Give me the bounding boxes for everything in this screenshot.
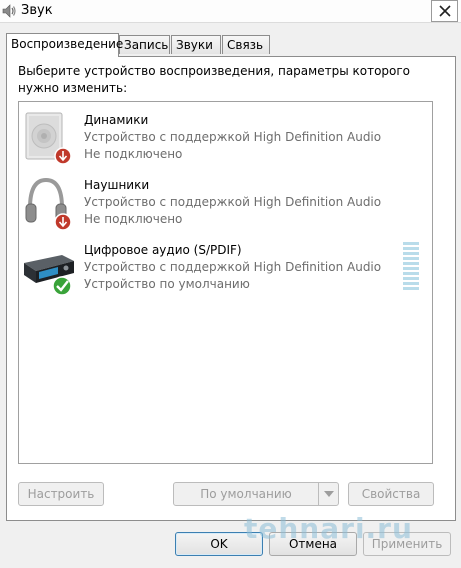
tab-recording[interactable]: Запись [119, 35, 170, 54]
vu-bar [403, 262, 419, 265]
volume-level-meter [403, 242, 419, 292]
tab-playback[interactable]: Воспроизведение [6, 33, 123, 57]
speaker-icon [25, 112, 72, 165]
tab-communications[interactable]: Связь [222, 35, 270, 54]
vu-bar [403, 287, 419, 290]
window-title: Звук [21, 3, 53, 18]
close-button[interactable] [431, 0, 458, 22]
watermark: tehnari.ru [244, 512, 413, 545]
set-default-button[interactable]: По умолчанию [173, 482, 319, 506]
speaker-app-icon [2, 4, 16, 18]
disconnected-badge-icon [54, 147, 72, 165]
vu-bar [403, 272, 419, 275]
vu-bar [403, 252, 419, 255]
configure-button[interactable]: Настроить [18, 482, 104, 506]
device-name: Наушники [84, 178, 150, 192]
device-description: Устройство с поддержкой High Definition … [84, 260, 382, 274]
device-item-speakers[interactable]: Динамики Устройство с поддержкой High De… [19, 111, 429, 175]
device-description: Устройство с поддержкой High Definition … [84, 195, 382, 209]
tab-sounds[interactable]: Звуки [171, 35, 221, 54]
title-bar: Звук [0, 0, 461, 23]
device-description: Устройство с поддержкой High Definition … [84, 130, 382, 144]
properties-button[interactable]: Свойства [348, 482, 434, 506]
device-status: Не подключено [84, 212, 183, 226]
set-default-dropdown[interactable] [318, 482, 339, 506]
device-item-digital-audio[interactable]: Цифровое аудио (S/PDIF) Устройство с под… [19, 241, 429, 305]
vu-bar [403, 242, 419, 245]
vu-bar [403, 282, 419, 285]
device-item-headphones[interactable]: Наушники Устройство с поддержкой High De… [19, 176, 429, 240]
default-check-icon [52, 276, 72, 296]
vu-bar [403, 247, 419, 250]
disconnected-badge-icon [54, 213, 72, 231]
vu-bar [403, 277, 419, 280]
chevron-down-icon [323, 491, 334, 497]
instruction-text: Выберите устройство воспроизведения, пар… [18, 64, 411, 95]
device-name: Динамики [84, 113, 149, 127]
device-list[interactable]: Динамики Устройство с поддержкой High De… [18, 101, 433, 464]
vu-bar [403, 257, 419, 260]
close-icon [438, 5, 451, 17]
headphones-icon [25, 177, 72, 231]
vu-bar [403, 267, 419, 270]
device-status: Не подключено [84, 147, 183, 161]
device-name: Цифровое аудио (S/PDIF) [84, 243, 242, 257]
device-status: Устройство по умолчанию [84, 277, 250, 291]
digital-audio-receiver-icon [24, 255, 74, 296]
